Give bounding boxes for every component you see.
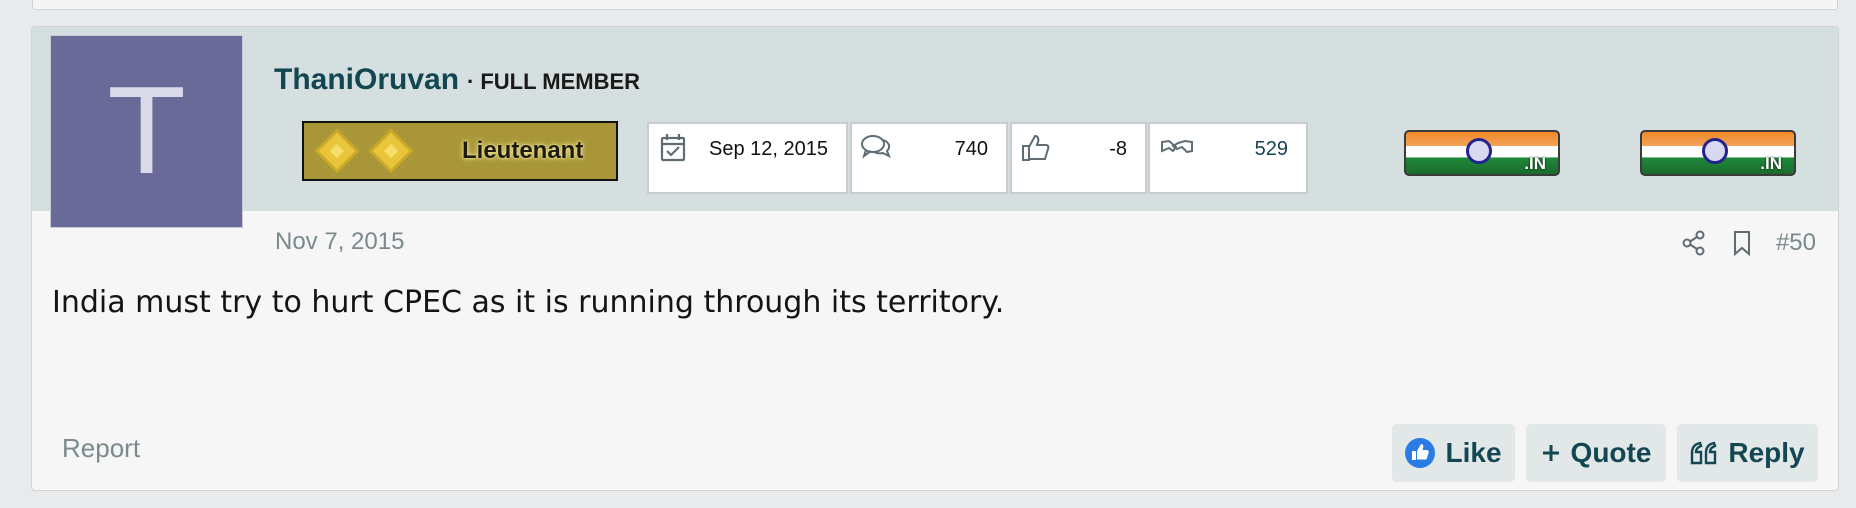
- post-number-link[interactable]: #50: [1776, 229, 1816, 257]
- chakra-icon: [1702, 138, 1728, 164]
- india-flag-icon: .IN: [1640, 130, 1796, 176]
- rank-diamond-icon: [318, 132, 356, 170]
- stat-trophy-points: 529: [1148, 122, 1308, 194]
- plus-icon: [1541, 443, 1561, 463]
- quote-label: Quote: [1570, 437, 1652, 468]
- share-icon[interactable]: [1680, 229, 1708, 257]
- stat-messages-value: 740: [954, 138, 988, 160]
- speech-bubbles-icon: [861, 135, 891, 159]
- post-user-header: T ThaniOruvan · FULL MEMBER Lieutenant S…: [32, 27, 1838, 228]
- chakra-icon: [1466, 138, 1492, 164]
- flag-label: .IN: [1524, 154, 1546, 173]
- username-link[interactable]: ThaniOruvan: [274, 63, 459, 97]
- user-line: ThaniOruvan · FULL MEMBER: [274, 63, 640, 97]
- rank-badge: Lieutenant: [302, 121, 618, 181]
- report-link[interactable]: Report: [62, 433, 140, 464]
- quote-marks-icon: [1690, 441, 1718, 465]
- avatar-letter: T: [110, 62, 183, 201]
- stat-reaction-score: -8: [1010, 122, 1147, 194]
- india-flag-icon: .IN: [1404, 130, 1560, 176]
- rank-label: Lieutenant: [462, 137, 584, 164]
- reply-label: Reply: [1728, 437, 1805, 468]
- stat-join-date-value: Sep 12, 2015: [709, 138, 828, 160]
- rank-diamond-icon: [372, 132, 410, 170]
- post-tools: #50: [1680, 223, 1838, 263]
- stat-messages: 740: [850, 122, 1008, 194]
- like-icon: [1405, 438, 1436, 468]
- post-50: T ThaniOruvan · FULL MEMBER Lieutenant S…: [31, 26, 1839, 491]
- previous-post-edge: [32, 0, 1838, 10]
- calendar-check-icon: [660, 134, 686, 162]
- user-title: FULL MEMBER: [480, 69, 641, 94]
- thumbs-up-icon: [1022, 134, 1050, 161]
- reply-button[interactable]: Reply: [1677, 424, 1818, 482]
- avatar[interactable]: T: [50, 35, 243, 228]
- post-message: India must try to hurt CPEC as it is run…: [52, 285, 1005, 320]
- title-separator: ·: [467, 69, 475, 94]
- stat-reaction-score-value: -8: [1109, 138, 1127, 160]
- bookmark-icon[interactable]: [1728, 229, 1756, 257]
- stat-trophy-points-value: 529: [1254, 138, 1288, 160]
- handshake-icon: [1161, 139, 1193, 154]
- stat-join-date: Sep 12, 2015: [647, 122, 848, 194]
- flag-label: .IN: [1760, 154, 1782, 173]
- quote-button[interactable]: Quote: [1526, 424, 1666, 482]
- post-date-link[interactable]: Nov 7, 2015: [275, 228, 404, 256]
- like-label: Like: [1445, 437, 1502, 468]
- like-button[interactable]: Like: [1392, 424, 1515, 482]
